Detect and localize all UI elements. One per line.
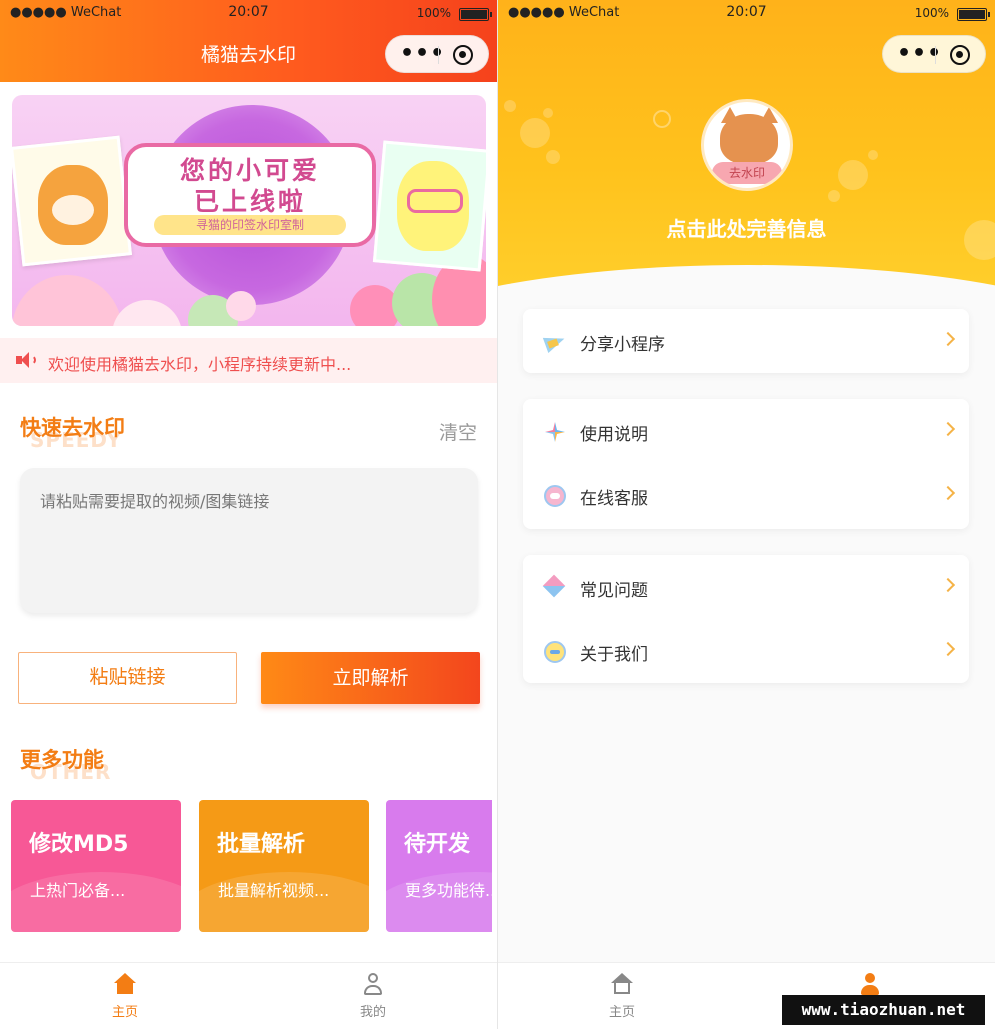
pinwheel-icon [544, 421, 566, 443]
menu-group-share: 分享小程序 [523, 309, 969, 373]
battery-percent: 100% [914, 6, 949, 20]
status-bar: ●●●●● WeChat 20:07 100% [498, 0, 995, 28]
chevron-right-icon [940, 641, 956, 657]
chevron-right-icon [940, 421, 956, 437]
menu-item-about[interactable]: 关于我们 [523, 619, 969, 683]
status-bar: ●●●●● WeChat 20:07 100% [0, 0, 497, 28]
tab-mine[interactable]: 我的 [333, 973, 413, 1020]
menu-item-label: 常见问题 [580, 581, 648, 601]
feature-desc: 上热门必备... [30, 881, 126, 900]
menu-item-share[interactable]: 分享小程序 [523, 309, 969, 373]
cat-avatar-icon [720, 114, 778, 164]
tab-home[interactable]: 主页 [582, 973, 662, 1020]
menu-item-label: 关于我们 [580, 645, 648, 665]
link-input[interactable]: 请粘贴需要提取的视频/图集链接 [20, 468, 478, 613]
close-miniprogram-icon[interactable] [950, 45, 970, 65]
menu-item-service[interactable]: 在线客服 [523, 463, 969, 527]
shiba-illustration [38, 165, 108, 245]
banner-headline: 您的小可爱 已上线啦 [179, 156, 320, 216]
paste-link-button[interactable]: 粘贴链接 [18, 652, 237, 704]
menu-item-instructions[interactable]: 使用说明 [523, 399, 969, 463]
complete-info-link[interactable]: 点击此处完善信息 [498, 213, 995, 242]
tab-home-label: 主页 [111, 1005, 138, 1020]
tab-home-label: 主页 [608, 1005, 635, 1020]
feature-card-md5[interactable]: 修改MD5 上热门必备... [11, 800, 181, 932]
feature-desc: 批量解析视频... [218, 881, 330, 900]
quick-section-title: 快速去水印 [20, 416, 125, 440]
service-icon [544, 485, 566, 507]
paper-plane-icon [542, 331, 568, 353]
cat-illustration [397, 161, 469, 251]
feature-desc: 更多功能待... [405, 881, 492, 900]
parse-now-button[interactable]: 立即解析 [261, 652, 480, 704]
kite-icon [542, 574, 566, 599]
tab-bar: 主页 我的 [0, 962, 497, 1029]
battery-icon [459, 8, 492, 21]
notice-bar: 欢迎使用橘猫去水印，小程序持续更新中... [0, 338, 497, 383]
mini-program-capsule: ••• [882, 35, 986, 73]
menu-item-label: 使用说明 [580, 425, 648, 445]
avatar-label: 去水印 [712, 162, 782, 184]
user-icon [859, 973, 881, 995]
feature-card-pending[interactable]: 待开发 更多功能待... [386, 800, 492, 932]
chevron-right-icon [940, 331, 956, 347]
banner-text-panel: 您的小可爱 已上线啦 寻猫的印签水印室制 [124, 143, 376, 247]
battery-percent: 100% [416, 6, 451, 20]
banner-subline: 寻猫的印签水印室制 [154, 215, 346, 235]
notice-text: 欢迎使用橘猫去水印，小程序持续更新中... [48, 355, 352, 374]
menu-group-help: 使用说明 在线客服 [523, 399, 969, 529]
chevron-right-icon [940, 485, 956, 501]
more-section-title: 更多功能 [20, 748, 104, 772]
home-screen: 橘猫去水印 ●●●●● WeChat 20:07 100% ••• 您的小可爱 … [0, 0, 497, 1029]
feature-title: 批量解析 [217, 832, 306, 857]
promo-banner[interactable]: 您的小可爱 已上线啦 寻猫的印签水印室制 [12, 95, 486, 326]
user-icon [362, 973, 384, 995]
menu-group-about: 常见问题 关于我们 [523, 555, 969, 683]
avatar[interactable]: 去水印 [701, 99, 793, 191]
menu-item-faq[interactable]: 常见问题 [523, 555, 969, 619]
about-icon [544, 641, 566, 663]
battery-icon [957, 8, 990, 21]
menu-item-label: 在线客服 [580, 489, 648, 509]
feature-title: 待开发 [404, 832, 471, 857]
profile-screen: 去水印 点击此处完善信息 ●●●●● WeChat 20:07 100% •••… [498, 0, 995, 1029]
chevron-right-icon [940, 577, 956, 593]
tab-mine-label: 我的 [359, 1005, 386, 1020]
menu-item-label: 分享小程序 [580, 335, 665, 355]
tab-home[interactable]: 主页 [85, 973, 165, 1020]
mini-program-capsule: ••• [385, 35, 489, 73]
close-miniprogram-icon[interactable] [453, 45, 473, 65]
home-icon [114, 973, 136, 995]
home-icon [611, 973, 633, 995]
speaker-icon [16, 352, 36, 368]
clear-button[interactable]: 清空 [439, 418, 477, 445]
feature-card-batch[interactable]: 批量解析 批量解析视频... [199, 800, 369, 932]
feature-carousel[interactable]: 修改MD5 上热门必备... 批量解析 批量解析视频... 待开发 更多功能待.… [0, 790, 492, 940]
site-watermark: www.tiaozhuan.net [782, 995, 985, 1025]
feature-title: 修改MD5 [29, 832, 129, 857]
link-input-placeholder: 请粘贴需要提取的视频/图集链接 [40, 492, 270, 511]
